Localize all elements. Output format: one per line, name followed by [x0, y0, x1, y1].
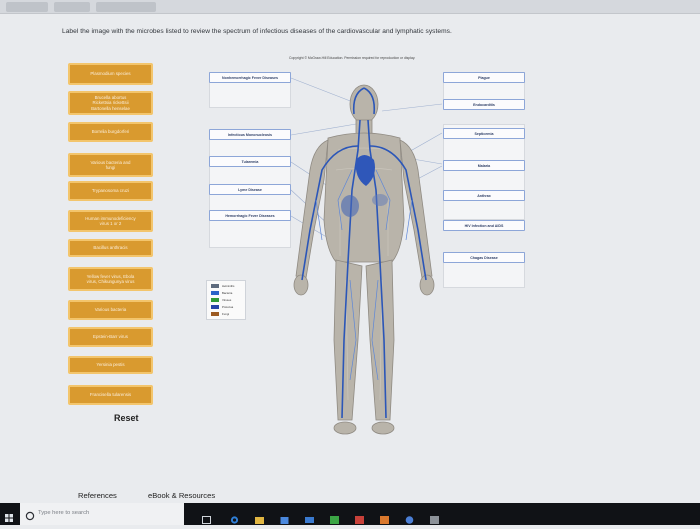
legend-item: Fungi	[211, 312, 245, 317]
disease-drop-zone[interactable]: Tularemia	[209, 156, 291, 167]
copyright-text: Copyright © McGraw-Hill Education. Permi…	[289, 56, 416, 60]
browser-tab[interactable]	[96, 2, 156, 12]
browser-tab[interactable]	[54, 2, 90, 12]
legend-label: Protozoa	[222, 305, 234, 309]
app-icon-green[interactable]	[330, 511, 339, 524]
legend-item: Protozoa	[211, 305, 245, 310]
disease-drop-zone[interactable]: Anthrax	[443, 190, 525, 201]
microbe-label-card[interactable]: Bacillus anthracis	[68, 239, 153, 257]
search-placeholder: Type here to search	[38, 510, 90, 516]
legend-label: Bacteria	[222, 291, 233, 295]
disease-drop-zone[interactable]: HIV Infection and AIDS	[443, 220, 525, 231]
browser-tab[interactable]	[6, 2, 48, 12]
legend-swatch	[211, 291, 219, 295]
reset-button[interactable]: Reset	[114, 413, 139, 423]
microbe-label-card[interactable]: Human immunodeficiency virus 1 or 2	[68, 210, 153, 232]
microbe-label-card[interactable]: Yersinia pestis	[68, 356, 153, 374]
task-view-icon[interactable]	[202, 511, 211, 524]
disease-drop-zone[interactable]: Hemorrhagic Fever Diseases	[209, 210, 291, 221]
microbe-label-card[interactable]: Brucella abortus Rickettsia rickettsii Bar…	[68, 91, 153, 115]
app-icon-orange[interactable]	[380, 511, 389, 524]
search-icon	[25, 508, 35, 521]
human-circulatory-figure	[293, 84, 435, 435]
disease-drop-zone[interactable]: Infectious Mononucleosis	[209, 129, 291, 140]
legend-swatch	[211, 298, 219, 302]
microbe-label-card[interactable]: Borrelia burgdorferi	[68, 122, 153, 142]
disease-drop-zone[interactable]: Nonhemorrhagic Fever Diseases	[209, 72, 291, 83]
app-icon-red[interactable]	[355, 511, 364, 524]
windows-start-icon[interactable]	[5, 509, 13, 522]
disease-drop-zone[interactable]: Septicemia	[443, 128, 525, 139]
microbe-label-card[interactable]: Yellow fever virus, Ebola virus, Chikungu…	[68, 267, 153, 291]
mail-icon[interactable]	[305, 511, 314, 523]
disease-drop-zone[interactable]: Lyme Disease	[209, 184, 291, 195]
app-icon-gray[interactable]	[430, 511, 439, 524]
legend-label: Helminths	[222, 284, 235, 288]
legend-swatch	[211, 312, 219, 316]
ebook-resources-link[interactable]: eBook & Resources	[148, 491, 215, 500]
microbe-label-card[interactable]: Plasmodium species	[68, 63, 153, 85]
file-explorer-icon[interactable]	[255, 511, 264, 524]
legend-item: Viruses	[211, 298, 245, 303]
legend-item: Bacteria	[211, 291, 245, 296]
app-icon-blue[interactable]	[405, 511, 414, 524]
disease-drop-zone[interactable]: Endocarditis	[443, 99, 525, 110]
microbe-label-card[interactable]: Francisella tularensis	[68, 385, 153, 405]
disease-drop-zone[interactable]: Plague	[443, 72, 525, 83]
microbe-label-card[interactable]: Various bacteria and fungi	[68, 153, 153, 177]
legend-item: Helminths	[211, 284, 245, 289]
legend-swatch	[211, 284, 219, 288]
disease-drop-zone[interactable]: Malaria	[443, 160, 525, 171]
browser-top-bar	[0, 0, 700, 14]
microbe-label-card[interactable]: Various bacteria	[68, 300, 153, 320]
microbe-label-card[interactable]: Epstein-Barr virus	[68, 327, 153, 347]
legend: Helminths Bacteria Viruses Protozoa Fung…	[206, 280, 246, 320]
legend-swatch	[211, 305, 219, 309]
disease-drop-zone[interactable]: Chagas Disease	[443, 252, 525, 263]
edge-browser-icon[interactable]	[230, 511, 239, 524]
legend-label: Viruses	[222, 298, 232, 302]
references-link[interactable]: References	[78, 491, 117, 500]
store-icon[interactable]	[280, 511, 289, 524]
legend-label: Fungi	[222, 312, 229, 316]
instruction-text: Label the image with the microbes listed…	[62, 28, 452, 35]
microbe-label-card[interactable]: Trypanosoma cruzi	[68, 181, 153, 201]
